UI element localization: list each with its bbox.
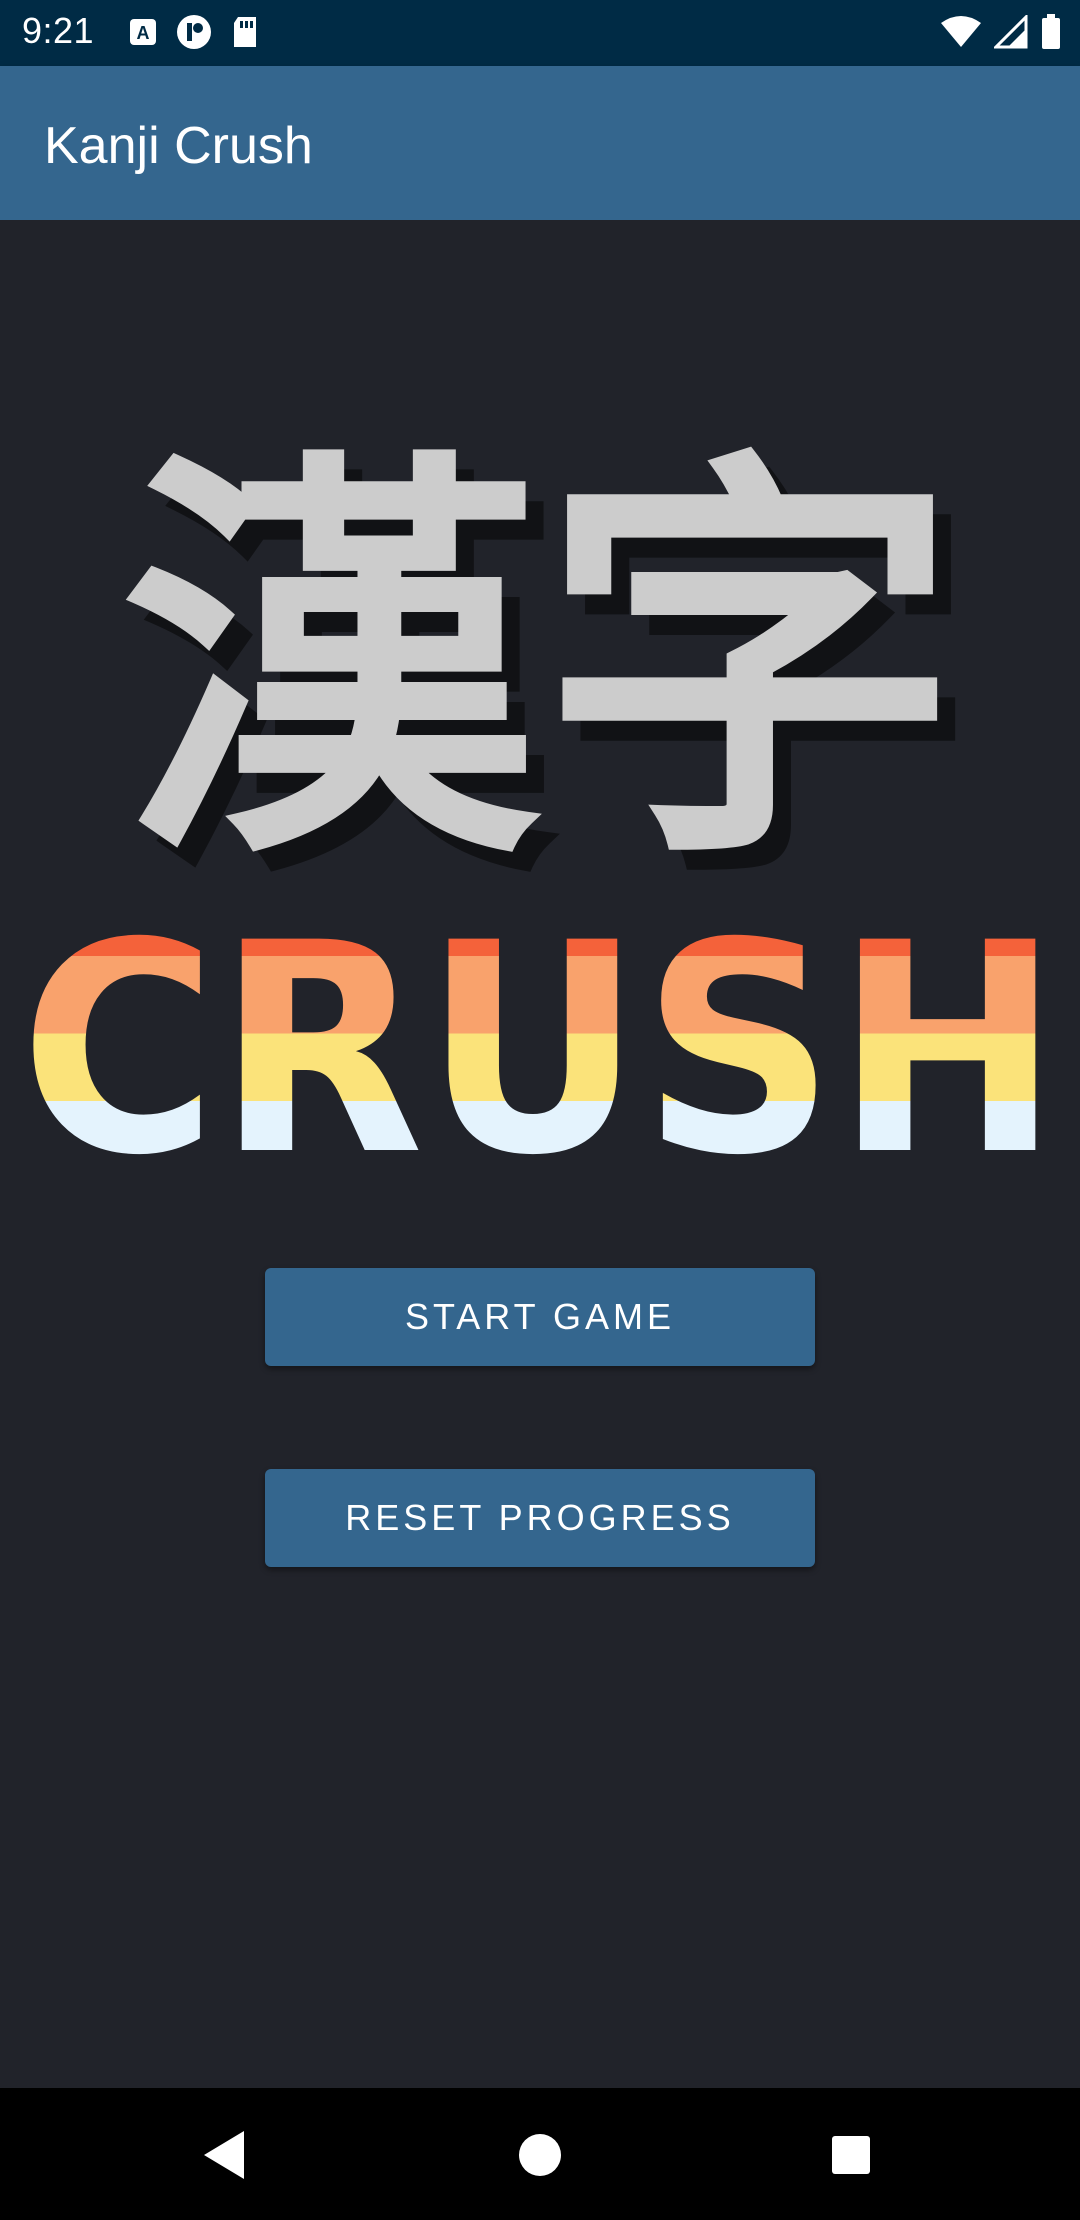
logo-crush: CRUSH xyxy=(20,882,1060,1219)
recents-icon[interactable] xyxy=(828,2128,874,2187)
back-icon[interactable] xyxy=(200,2128,250,2187)
svg-text:A: A xyxy=(137,23,150,43)
battery-icon xyxy=(1040,14,1062,55)
status-bar: 9:21 A xyxy=(0,0,1080,66)
main-content: 漢字 漢字 CRUSH START GAME RESET PROGRESS xyxy=(0,220,1080,2088)
logo-kanji: 漢字 xyxy=(120,421,960,910)
media-icon xyxy=(176,14,212,55)
navigation-bar xyxy=(0,2088,1080,2220)
app-bar: Kanji Crush xyxy=(0,66,1080,220)
reset-progress-button[interactable]: RESET PROGRESS xyxy=(265,1469,815,1567)
kanji-crush-logo: 漢字 漢字 CRUSH xyxy=(20,421,1060,1219)
sd-card-icon xyxy=(230,15,260,54)
wifi-icon xyxy=(940,15,982,54)
signal-icon xyxy=(992,13,1028,54)
font-a-icon: A xyxy=(128,17,158,52)
home-icon[interactable] xyxy=(517,2128,563,2187)
start-game-button[interactable]: START GAME xyxy=(265,1268,815,1366)
status-icons-left: A xyxy=(128,14,260,55)
app-title: Kanji Crush xyxy=(44,117,313,175)
status-icons-right xyxy=(940,13,1062,55)
status-time: 9:21 xyxy=(22,10,95,51)
